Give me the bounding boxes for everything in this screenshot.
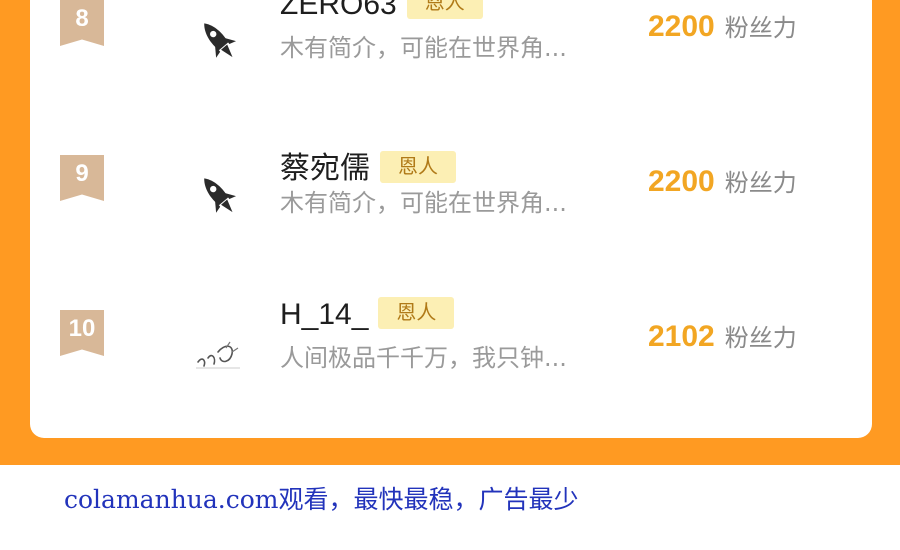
role-badge: 恩人: [378, 297, 455, 330]
user-name-text: H_14_: [280, 298, 369, 331]
user-intro: 人间极品千千万，我只钟...: [280, 344, 567, 372]
watermark-footer: colamanhua.com观看，最快最稳，广告最少: [64, 485, 579, 514]
ranking-row[interactable]: 10 H_14_ 恩人 人间极品千千万，我只钟... 2102 粉丝力: [30, 297, 872, 420]
rank-badge: 8: [60, 0, 104, 46]
fans-number: 2200: [648, 10, 715, 43]
rocket-icon[interactable]: [190, 167, 248, 225]
fans-unit-label: 粉丝力: [724, 14, 797, 42]
user-intro: 木有简介，可能在世界角...: [280, 34, 567, 62]
role-badge: 恩人: [406, 0, 483, 20]
role-badge: 恩人: [380, 151, 456, 184]
fans-power: 2200 粉丝力: [648, 8, 797, 44]
fans-ranking-list: 8 ZERO63 恩人 木有简介，可能在世界角... 2200 粉丝力 9 蔡宛…: [30, 0, 872, 438]
fans-power: 2102 粉丝力: [648, 318, 797, 354]
ranking-row[interactable]: 8 ZERO63 恩人 木有简介，可能在世界角... 2200 粉丝力: [30, 0, 872, 110]
fans-number: 2102: [648, 320, 715, 353]
user-name-text: ZERO63: [280, 0, 397, 21]
user-name[interactable]: 蔡宛儒 恩人: [280, 143, 456, 187]
user-name-text: 蔡宛儒: [280, 152, 370, 185]
rocket-icon[interactable]: [190, 12, 248, 70]
user-name[interactable]: ZERO63 恩人: [280, 0, 483, 22]
fans-unit-label: 粉丝力: [724, 169, 797, 197]
rank-badge: 9: [60, 155, 104, 201]
sketch-avatar-icon[interactable]: [190, 322, 248, 380]
rank-badge: 10: [60, 310, 104, 356]
ranking-row[interactable]: 9 蔡宛儒 恩人 木有简介，可能在世界角... 2200 粉丝力: [30, 151, 872, 265]
user-intro: 木有简介，可能在世界角...: [280, 189, 567, 217]
user-name[interactable]: H_14_ 恩人: [280, 297, 455, 332]
fans-unit-label: 粉丝力: [724, 324, 797, 352]
fans-power: 2200 粉丝力: [648, 163, 797, 199]
fans-number: 2200: [648, 165, 715, 198]
